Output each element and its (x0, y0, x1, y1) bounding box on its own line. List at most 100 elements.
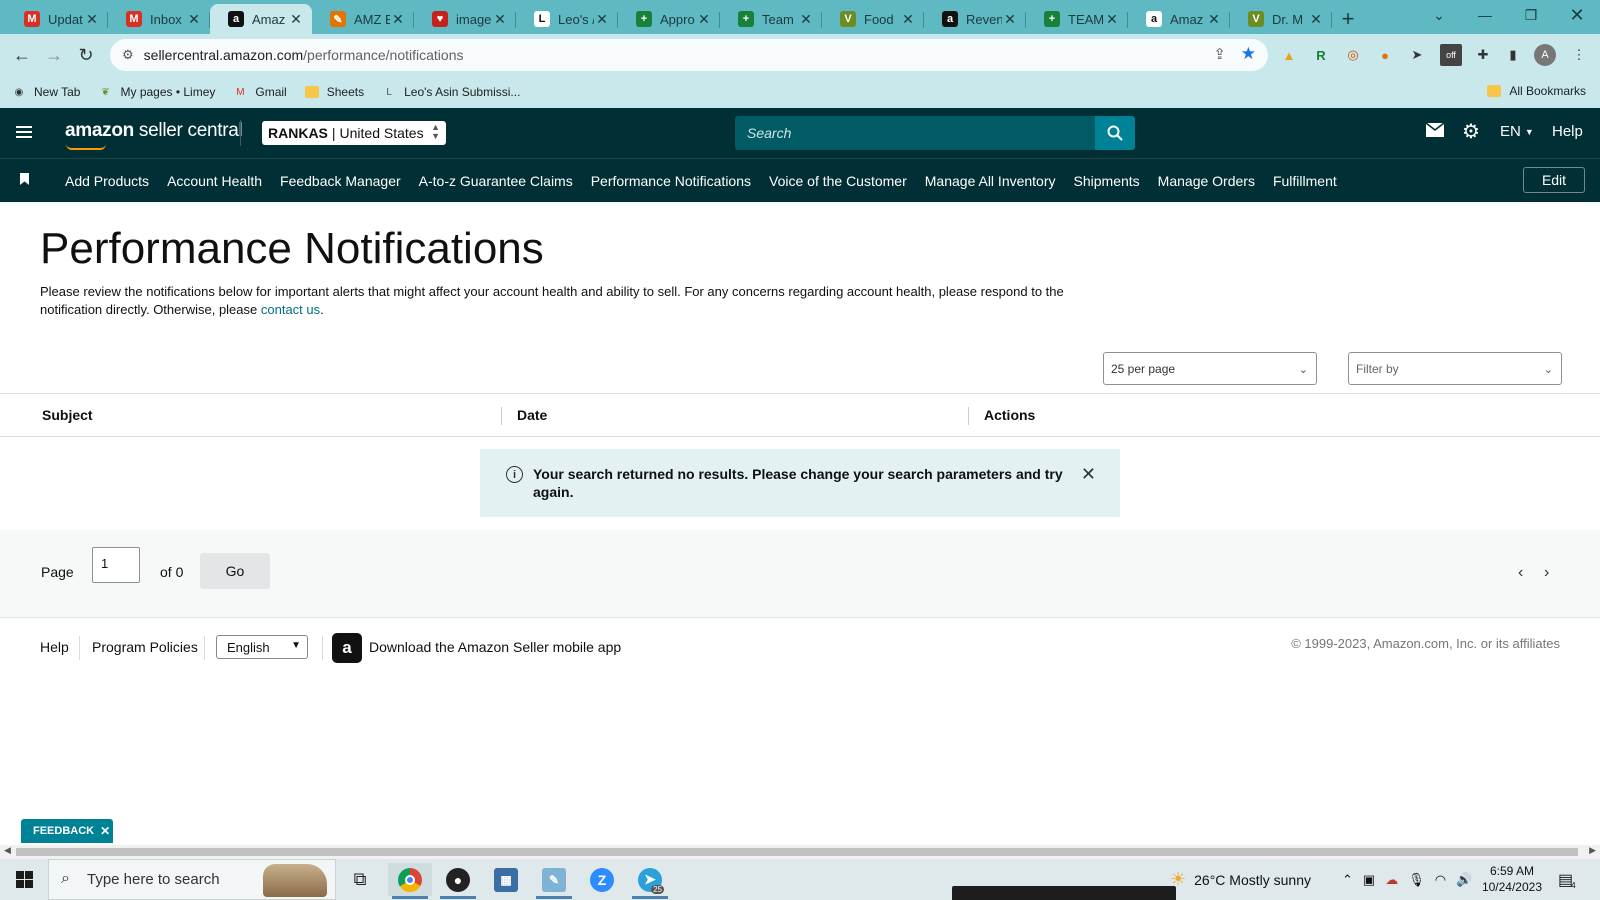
taskbar-clock[interactable]: 6:59 AM 10/24/2023 (1482, 863, 1542, 895)
browser-tab[interactable]: + Appro ✕ (618, 4, 720, 34)
bookmark-item[interactable]: ◉ New Tab (12, 85, 81, 99)
restore-icon[interactable]: ❐ (1508, 0, 1554, 30)
bookmark-icon[interactable] (20, 173, 29, 185)
close-icon[interactable]: ✕ (100, 824, 110, 838)
share-icon[interactable]: ⇪ (1213, 45, 1226, 63)
close-window-icon[interactable]: ✕ (1554, 0, 1600, 30)
browser-tab[interactable]: L Leo's / ✕ (516, 4, 618, 34)
extension-off-icon[interactable]: off (1440, 44, 1462, 66)
nav-link-shipments[interactable]: Shipments (1074, 173, 1140, 189)
close-tab-icon[interactable]: ✕ (390, 11, 406, 28)
close-tab-icon[interactable]: ✕ (84, 11, 100, 28)
browser-tab[interactable]: a Amaz ✕ (1128, 4, 1230, 34)
chevron-up-icon[interactable]: ⌃ (1342, 872, 1353, 888)
column-header-subject[interactable]: Subject (42, 407, 93, 423)
contact-us-link[interactable]: contact us (261, 302, 320, 317)
scroll-right-icon[interactable]: ▶ (1589, 845, 1596, 856)
minimize-icon[interactable]: — (1462, 0, 1508, 30)
taskbar-search-input[interactable]: ⌕ Type here to search (48, 859, 336, 900)
close-tab-icon[interactable]: ✕ (594, 11, 610, 28)
download-app-link[interactable]: Download the Amazon Seller mobile app (369, 639, 621, 655)
nav-link-account-health[interactable]: Account Health (167, 173, 262, 189)
tray-app-icon[interactable]: ☁ (1385, 872, 1398, 888)
forward-icon[interactable]: → (38, 39, 70, 71)
telegram-taskbar-icon[interactable]: ➤ 25 (628, 863, 672, 899)
nav-link-a-to-z-guarantee-claims[interactable]: A-to-z Guarantee Claims (419, 173, 573, 189)
close-tab-icon[interactable]: ✕ (288, 11, 304, 28)
notification-center-icon[interactable]: ▤ 4 (1558, 859, 1576, 900)
profile-avatar[interactable]: A (1534, 44, 1556, 66)
bookmark-star-icon[interactable]: ★ (1241, 44, 1256, 64)
browser-tab[interactable]: M Updat ✕ (6, 4, 108, 34)
mail-icon[interactable] (1426, 123, 1444, 137)
scrollbar-thumb[interactable] (16, 848, 1578, 856)
close-tab-icon[interactable]: ✕ (798, 11, 814, 28)
nav-link-add-products[interactable]: Add Products (65, 173, 149, 189)
side-panel-icon[interactable]: ▮ (1502, 44, 1524, 66)
weather-widget[interactable]: ☀ 26°C Mostly sunny (1170, 859, 1311, 900)
browser-tab[interactable]: ✎ AMZ E ✕ (312, 4, 414, 34)
close-tab-icon[interactable]: ✕ (186, 11, 202, 28)
back-icon[interactable]: ← (6, 39, 38, 71)
browser-tab[interactable]: V Food ✕ (822, 4, 924, 34)
bookmark-item[interactable]: L Leo's Asin Submissi... (382, 85, 520, 99)
bookmark-item[interactable]: Sheets (304, 85, 364, 99)
browser-tab[interactable]: V Dr. M ✕ (1230, 4, 1332, 34)
scroll-left-icon[interactable]: ◀ (4, 845, 11, 856)
nav-link-feedback-manager[interactable]: Feedback Manager (280, 173, 401, 189)
nav-link-manage-orders[interactable]: Manage Orders (1158, 173, 1255, 189)
reload-icon[interactable]: ↻ (70, 39, 102, 71)
close-tab-icon[interactable]: ✕ (1002, 11, 1018, 28)
bookmark-item[interactable]: ❦ My pages • Limey (98, 85, 215, 99)
browser-tab[interactable]: a Reven ✕ (924, 4, 1026, 34)
browser-tab[interactable]: a Amaz ✕ (210, 4, 312, 34)
notepad-taskbar-icon[interactable]: ✎ (532, 863, 576, 899)
column-header-date[interactable]: Date (517, 407, 547, 423)
settings-gear-icon[interactable]: ⚙ (1462, 119, 1480, 144)
nav-link-voice-of-the-customer[interactable]: Voice of the Customer (769, 173, 907, 189)
extension-icon[interactable]: ➤ (1406, 44, 1428, 66)
microphone-icon[interactable]: 🎙 (1408, 872, 1425, 888)
tab-search-icon[interactable]: ⌄ (1416, 0, 1462, 30)
extension-icon[interactable]: R (1310, 44, 1332, 66)
extension-icon[interactable]: ◎ (1342, 44, 1364, 66)
close-tab-icon[interactable]: ✕ (1104, 11, 1120, 28)
task-view-icon[interactable]: ⧉ (338, 863, 382, 896)
url-bar[interactable]: ⚙ sellercentral.amazon.com/performance/n… (110, 39, 1268, 71)
browser-tab[interactable]: ♥ image ✕ (414, 4, 516, 34)
windows-start-icon[interactable] (16, 871, 33, 888)
amazon-app-icon[interactable]: a (332, 633, 362, 663)
tray-app-icon[interactable]: ▣ (1363, 872, 1375, 888)
calculator-taskbar-icon[interactable]: ▦ (484, 863, 528, 896)
volume-icon[interactable]: 🔊 (1456, 872, 1472, 888)
zoom-taskbar-icon[interactable]: Z (580, 863, 624, 896)
chevron-right-icon[interactable]: › (1544, 564, 1549, 582)
close-tab-icon[interactable]: ✕ (900, 11, 916, 28)
search-input[interactable]: Search (735, 116, 1095, 150)
app-taskbar-icon[interactable]: ● (436, 863, 480, 899)
wifi-icon[interactable]: ◠ (1435, 872, 1446, 888)
page-number-input[interactable]: 1 (92, 547, 140, 583)
bookmark-item[interactable]: M Gmail (233, 85, 287, 99)
close-tab-icon[interactable]: ✕ (1308, 11, 1324, 28)
filter-select[interactable]: Filter by ⌄ (1348, 352, 1562, 385)
account-switcher[interactable]: RANKAS | United States ▲ ▼ (262, 121, 446, 145)
chevron-left-icon[interactable]: ‹ (1518, 564, 1523, 582)
go-button[interactable]: Go (200, 553, 270, 589)
help-link[interactable]: Help (1552, 123, 1583, 140)
more-menu-icon[interactable]: ⋮ (1568, 44, 1590, 66)
footer-help-link[interactable]: Help (40, 639, 69, 655)
program-policies-link[interactable]: Program Policies (92, 639, 198, 655)
edit-nav-button[interactable]: Edit (1523, 167, 1585, 193)
site-info-icon[interactable]: ⚙ (122, 47, 134, 63)
close-tab-icon[interactable]: ✕ (696, 11, 712, 28)
close-tab-icon[interactable]: ✕ (492, 11, 508, 28)
nav-link-manage-all-inventory[interactable]: Manage All Inventory (925, 173, 1056, 189)
browser-tab[interactable]: + Team ✕ (720, 4, 822, 34)
extension-icon[interactable]: ▲ (1278, 44, 1300, 66)
per-page-select[interactable]: 25 per page ⌄ (1103, 352, 1317, 385)
seller-central-logo[interactable]: amazon seller central (65, 120, 243, 142)
all-bookmarks[interactable]: All Bookmarks (1487, 84, 1586, 98)
close-tab-icon[interactable]: ✕ (1206, 11, 1222, 28)
new-tab-icon[interactable]: + (1332, 4, 1364, 34)
